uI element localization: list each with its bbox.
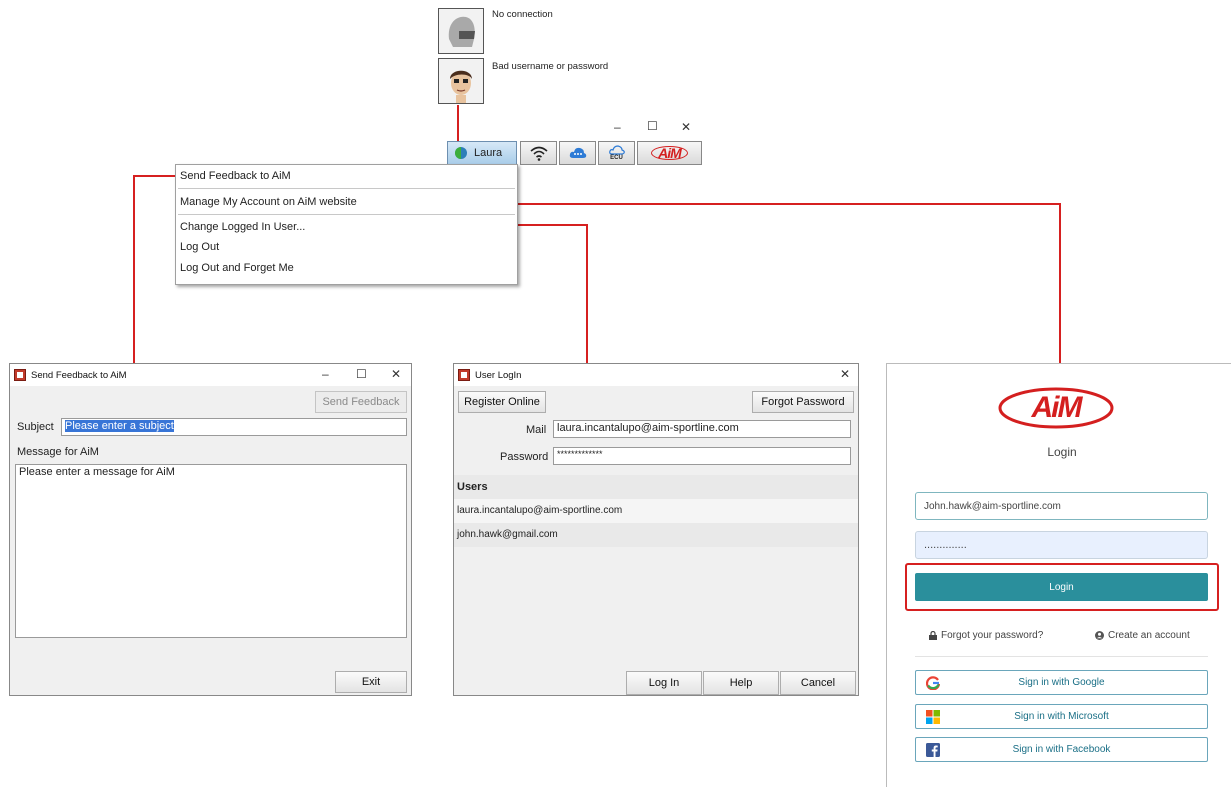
user-circle-icon: [1095, 631, 1104, 640]
forgot-password-link-label: Forgot your password?: [941, 630, 1044, 641]
status-bad-login: Bad username or password: [492, 61, 609, 72]
user-dropdown-menu: Send Feedback to AiM Manage My Account o…: [175, 164, 518, 285]
log-in-button[interactable]: Log In: [626, 671, 702, 695]
mail-label: Mail: [526, 424, 547, 436]
web-password-input[interactable]: ..............: [915, 531, 1208, 559]
window-title: User LogIn: [475, 369, 522, 381]
app-icon: [14, 369, 26, 381]
connector-line: [133, 175, 177, 177]
wifi-icon: [529, 146, 548, 161]
password-label: Password: [500, 451, 549, 463]
web-login-heading: Login: [1047, 445, 1077, 459]
connector-line: [133, 175, 135, 363]
cloud-chat-button[interactable]: [559, 141, 596, 165]
aim-logo-icon: AiM: [651, 146, 688, 160]
web-login-button[interactable]: Login: [915, 573, 1208, 601]
minimize-button[interactable]: –: [614, 120, 621, 134]
create-account-link-label: Create an account: [1108, 630, 1190, 641]
facebook-icon: [926, 743, 940, 757]
menu-separator: [178, 188, 515, 189]
user-row[interactable]: laura.incantalupo@aim-sportline.com: [454, 499, 858, 523]
menu-item-change-user[interactable]: Change Logged In User...: [176, 217, 517, 237]
app-icon: [458, 369, 470, 381]
divider: [915, 656, 1208, 657]
wifi-button[interactable]: [520, 141, 557, 165]
helmet-icon: [448, 16, 475, 47]
user-name-label: Laura: [474, 147, 503, 159]
help-button[interactable]: Help: [703, 671, 779, 695]
web-login-panel: AiM Login John.hawk@aim-sportline.com ..…: [886, 363, 1231, 787]
window-title: Send Feedback to AiM: [31, 369, 127, 381]
connector-line: [1059, 203, 1061, 363]
connector-line: [586, 224, 588, 363]
user-avatar: [438, 58, 484, 104]
facebook-signin-label: Sign in with Facebook: [1012, 744, 1111, 755]
google-icon: [926, 676, 940, 690]
helmet-avatar: [438, 8, 484, 54]
users-list: Users laura.incantalupo@aim-sportline.co…: [454, 475, 858, 547]
menu-separator: [178, 214, 515, 215]
maximize-button[interactable]: ☐: [356, 367, 367, 381]
create-account-link[interactable]: Create an account: [1095, 630, 1190, 641]
aim-logo-button[interactable]: AiM: [637, 141, 702, 165]
user-login-window: User LogIn ✕ Register Online Forgot Pass…: [453, 363, 859, 696]
menu-item-log-out[interactable]: Log Out: [176, 237, 517, 257]
subject-label: Subject: [17, 421, 54, 433]
subject-input-value: Please enter a subject: [65, 420, 174, 432]
cloud-chat-icon: [569, 147, 586, 158]
subject-input[interactable]: Please enter a subject: [61, 418, 407, 436]
register-online-button[interactable]: Register Online: [458, 391, 546, 413]
web-email-input[interactable]: John.hawk@aim-sportline.com: [915, 492, 1208, 520]
close-button[interactable]: ✕: [681, 120, 691, 134]
minimize-button[interactable]: –: [322, 367, 329, 381]
forgot-password-button[interactable]: Forgot Password: [752, 391, 854, 413]
facebook-signin-button[interactable]: Sign in with Facebook: [915, 737, 1208, 762]
status-no-connection: No connection: [492, 9, 553, 20]
google-signin-label: Sign in with Google: [1018, 677, 1105, 688]
microsoft-signin-label: Sign in with Microsoft: [1014, 711, 1109, 722]
menu-item-send-feedback[interactable]: Send Feedback to AiM: [176, 165, 517, 187]
aim-brand-logo: AiM: [997, 386, 1115, 430]
ecu-label: ECU: [610, 154, 623, 161]
cloud-ecu-button[interactable]: ECU: [598, 141, 635, 165]
person-face-icon: [450, 70, 472, 103]
message-label: Message for AiM: [17, 446, 99, 458]
menu-item-log-out-forget[interactable]: Log Out and Forget Me: [176, 257, 517, 279]
lock-icon: [929, 631, 937, 640]
menu-item-manage-account[interactable]: Manage My Account on AiM website: [176, 191, 517, 213]
exit-button[interactable]: Exit: [335, 671, 407, 693]
forgot-password-link[interactable]: Forgot your password?: [929, 630, 1043, 641]
google-signin-button[interactable]: Sign in with Google: [915, 670, 1208, 695]
window-titlebar: Send Feedback to AiM – ☐ ✕: [10, 364, 411, 386]
message-textarea[interactable]: Please enter a message for AiM: [15, 464, 407, 638]
user-account-button[interactable]: Laura: [447, 141, 517, 165]
microsoft-signin-button[interactable]: Sign in with Microsoft: [915, 704, 1208, 729]
user-row[interactable]: john.hawk@gmail.com: [454, 523, 858, 547]
password-input[interactable]: *************: [553, 447, 851, 465]
cloud-ecu-icon: [608, 144, 625, 155]
microsoft-icon: [926, 710, 940, 724]
send-feedback-window: Send Feedback to AiM – ☐ ✕ Send Feedback…: [9, 363, 412, 696]
message-textarea-value: Please enter a message for AiM: [19, 466, 175, 478]
close-button[interactable]: ✕: [391, 367, 401, 381]
user-status-icon: [455, 147, 467, 159]
users-header: Users: [454, 475, 858, 499]
close-button[interactable]: ✕: [840, 367, 850, 381]
window-titlebar: User LogIn ✕: [454, 364, 858, 386]
aim-logo-text: AiM: [1031, 391, 1083, 424]
send-feedback-button[interactable]: Send Feedback: [315, 391, 407, 413]
connector-line: [457, 105, 459, 143]
mail-input[interactable]: laura.incantalupo@aim-sportline.com: [553, 420, 851, 438]
cancel-button[interactable]: Cancel: [780, 671, 856, 695]
maximize-button[interactable]: ☐: [647, 119, 658, 133]
